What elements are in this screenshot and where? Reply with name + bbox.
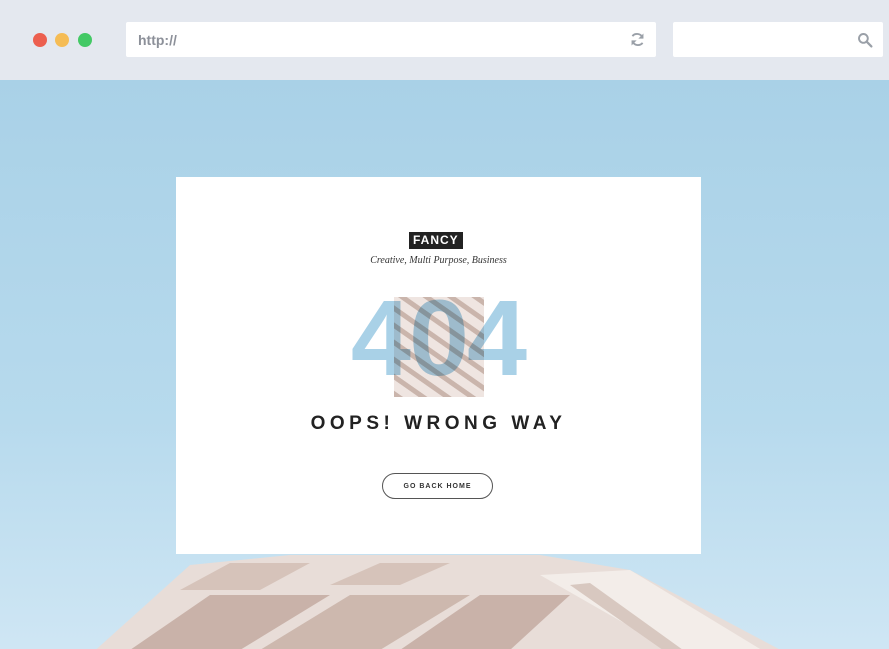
reload-icon[interactable] xyxy=(629,31,646,48)
error-code-graphic: 404 xyxy=(351,297,529,397)
browser-search-field[interactable] xyxy=(673,22,883,57)
address-bar[interactable]: http:// xyxy=(126,22,656,57)
maximize-window-button[interactable] xyxy=(78,33,92,47)
close-window-button[interactable] xyxy=(33,33,47,47)
go-back-home-button[interactable]: GO BACK HOME xyxy=(382,473,493,499)
address-text: http:// xyxy=(138,32,177,48)
page-background: FANCY Creative, Multi Purpose, Business … xyxy=(0,80,889,649)
building-photo xyxy=(96,555,779,649)
error-code-photo-overlay xyxy=(394,297,484,397)
error-card: FANCY Creative, Multi Purpose, Business … xyxy=(176,177,701,554)
minimize-window-button[interactable] xyxy=(55,33,69,47)
site-logo[interactable]: FANCY xyxy=(409,232,463,249)
browser-toolbar: http:// xyxy=(0,0,889,80)
error-headline: OOPS! WRONG WAY xyxy=(310,413,567,434)
site-tagline: Creative, Multi Purpose, Business xyxy=(370,255,507,266)
search-icon[interactable] xyxy=(857,32,873,48)
